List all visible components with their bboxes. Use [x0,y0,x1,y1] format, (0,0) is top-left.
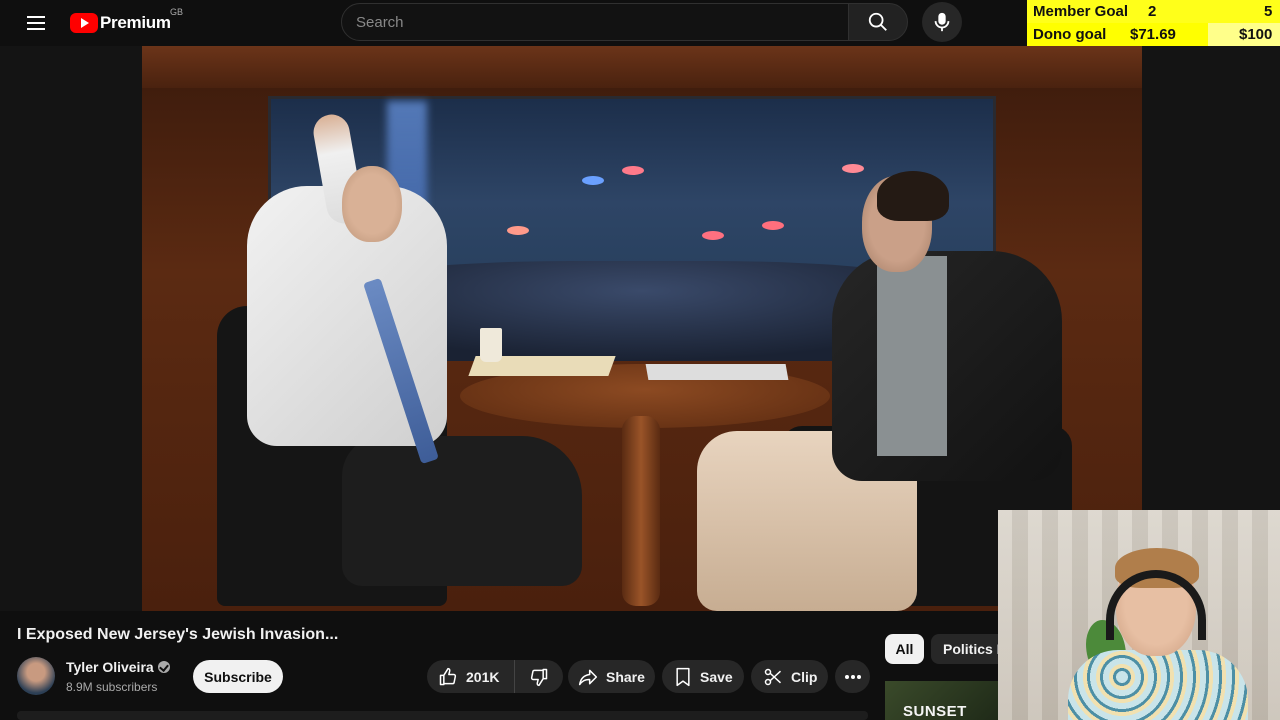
more-icon [844,674,861,679]
member-goal-current: 2 [1148,3,1157,20]
chip-all[interactable]: All [885,634,924,664]
member-goal-target: 5 [1264,3,1273,20]
like-button[interactable]: 201K [427,660,515,693]
share-label: Share [606,668,645,685]
share-icon [578,669,598,685]
person-left-head [342,166,402,242]
table-leg [622,416,660,606]
save-label: Save [700,668,733,685]
subscribe-button[interactable]: Subscribe [193,660,283,693]
papers [645,364,789,380]
thumbnail-text: SUNSET [903,703,967,720]
cup [480,328,502,362]
video-title: I Exposed New Jersey's Jewish Invasion..… [17,626,339,643]
like-dislike-group: 201K [427,660,563,693]
dono-goal-target: $100 [1239,26,1273,43]
person-right-body [832,251,1062,481]
streamer-webcam [998,510,1280,720]
fish [842,164,864,173]
dono-goal-label: Dono goal [1033,26,1107,43]
thumbs-up-icon [439,667,457,685]
dono-goal-current: $71.69 [1130,26,1176,43]
voice-search-button[interactable] [922,2,962,42]
subscriber-count: 8.9M subscribers [66,680,158,694]
description-box-edge [17,711,868,720]
cabinet-trim [142,46,1142,88]
verified-icon [157,661,170,673]
search-button[interactable] [848,3,908,41]
logo-text: Premium [100,13,171,32]
person-left-legs [342,436,582,586]
clip-label: Clip [791,668,818,685]
recommended-video-thumbnail[interactable]: SUNSET [885,681,998,720]
channel-avatar[interactable] [17,657,55,695]
clip-icon [764,668,782,685]
fish [507,226,529,235]
dislike-button[interactable] [515,660,562,693]
search-input[interactable] [356,4,836,40]
person-right-hair [877,171,949,221]
more-actions-button[interactable] [835,660,870,693]
stream-goal-panel: Member Goal 2 5 Dono goal $71.69 $100 [1027,0,1280,46]
microphone-icon [934,12,950,32]
member-goal-label: Member Goal [1033,3,1129,20]
save-button[interactable]: Save [662,660,744,693]
like-count: 201K [466,668,500,685]
video-frame [142,46,1142,611]
youtube-logo-icon [70,13,98,33]
clip-button[interactable]: Clip [751,660,828,693]
fish [762,221,784,230]
save-icon [676,667,690,686]
thumbs-down-icon [530,668,547,686]
fish [702,231,724,240]
country-code: GB [170,7,184,17]
person-right-shirt [877,256,947,456]
hamburger-menu-icon[interactable] [24,12,48,34]
search-icon [868,12,887,31]
member-goal-row: Member Goal 2 5 [1027,0,1280,23]
webcam-person-shirt [1068,650,1248,720]
fish [582,176,604,185]
youtube-premium-logo[interactable]: Premium [70,11,171,35]
channel-name[interactable]: Tyler Oliveira [66,659,170,675]
search-box [341,3,849,41]
share-button[interactable]: Share [568,660,655,693]
channel-name-text: Tyler Oliveira [66,659,154,675]
fish [622,166,644,175]
top-bar: Premium GB Member Goal 2 5 Dono goal $71… [0,0,1280,46]
dono-goal-row: Dono goal $71.69 $100 [1027,23,1280,46]
